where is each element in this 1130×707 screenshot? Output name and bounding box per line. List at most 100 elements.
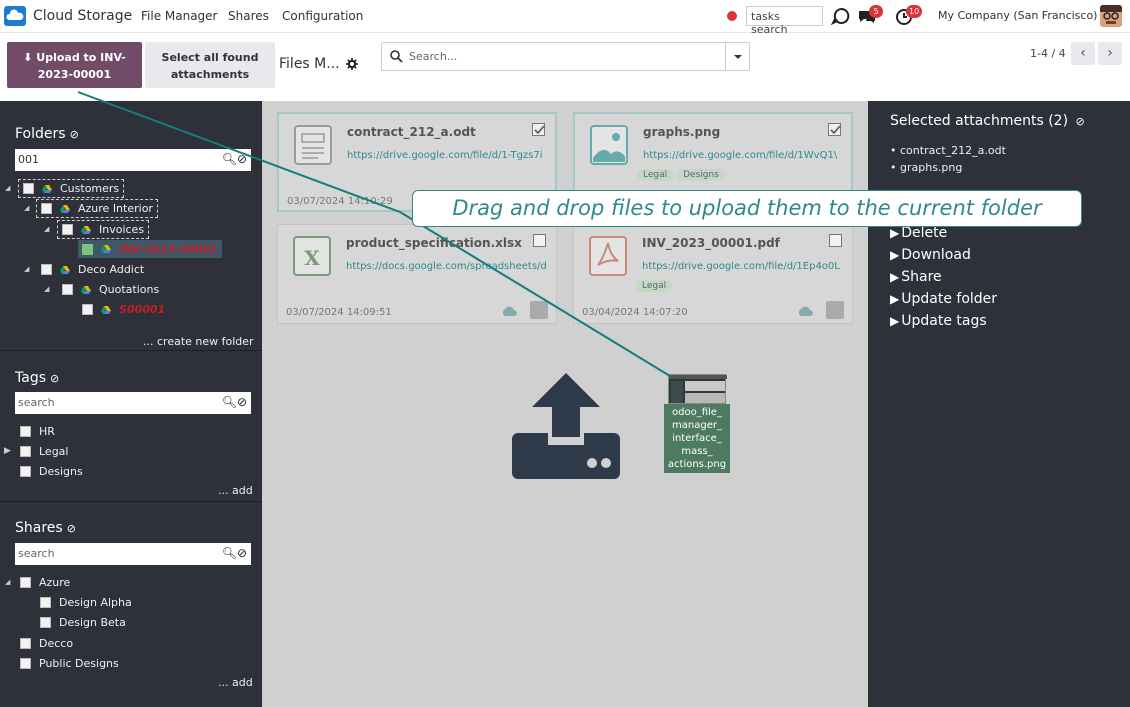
search-options-toggle[interactable] <box>725 43 749 70</box>
expand-arrow-icon[interactable]: ◢ <box>5 578 10 586</box>
search-clear-icons[interactable]: 🔍︎⊘ <box>222 152 247 166</box>
checkbox[interactable] <box>20 638 31 649</box>
menu-configuration[interactable]: Configuration <box>282 9 363 23</box>
shares-search-placeholder: search <box>18 547 55 560</box>
expand-arrow-icon[interactable]: ◢ <box>24 204 29 212</box>
folder-label: Customers <box>60 182 120 195</box>
file-url[interactable]: https://docs.google.com/spreadsheets/d <box>346 261 546 272</box>
checked-checkbox[interactable] <box>82 243 93 255</box>
share-decco[interactable]: Decco <box>20 635 73 652</box>
checkbox[interactable] <box>41 264 52 275</box>
file-url[interactable]: https://drive.google.com/file/d/1-Tgzs7i <box>347 150 547 161</box>
user-avatar[interactable] <box>1100 5 1122 27</box>
share-public-designs[interactable]: Public Designs <box>20 655 119 672</box>
clear-filter-icon[interactable]: ⊘ <box>67 522 76 535</box>
tag-designs[interactable]: Designs <box>20 463 83 480</box>
tag-badge: Designs <box>677 169 725 181</box>
action-label: Download <box>901 247 971 263</box>
recording-indicator[interactable] <box>727 11 737 21</box>
selected-checkbox[interactable] <box>532 123 545 136</box>
company-switcher[interactable]: My Company (San Francisco) <box>938 9 1097 22</box>
clear-filter-icon[interactable]: ⊘ <box>70 128 79 141</box>
pager-next-button[interactable]: › <box>1098 42 1122 65</box>
file-card[interactable]: X product_specification.xlsx https://doc… <box>277 224 557 324</box>
cloud-storage-app-icon[interactable] <box>4 6 26 26</box>
menu-file-manager[interactable]: File Manager <box>141 9 218 23</box>
share-design-alpha[interactable]: Design Alpha <box>40 594 132 611</box>
dragged-file[interactable]: odoo_file_ manager_ interface_ mass_ act… <box>664 374 730 473</box>
add-tag-link[interactable]: ... add <box>218 484 253 497</box>
expand-arrow-icon[interactable]: ◢ <box>5 184 10 192</box>
search-bar[interactable]: Search... <box>381 42 750 71</box>
action-download[interactable]: ▶ Download <box>890 247 971 263</box>
folder-s00001[interactable]: S00001 <box>82 301 165 318</box>
checkbox[interactable] <box>20 426 31 437</box>
checkbox[interactable] <box>40 617 51 628</box>
tag-legal[interactable]: Legal <box>20 443 68 460</box>
pager-value[interactable]: 1-4 / 4 <box>1030 47 1066 60</box>
search-clear-icons[interactable]: 🔍︎⊘ <box>222 395 247 409</box>
folder-azure-interior[interactable]: Azure Interior <box>36 199 158 218</box>
top-navbar: Cloud Storage File Manager Shares Config… <box>0 0 1130 36</box>
shares-search-input[interactable]: search 🔍︎⊘ <box>15 543 251 565</box>
folders-search-input[interactable]: 001 🔍︎⊘ <box>15 149 251 171</box>
action-label: Delete <box>901 225 948 241</box>
checkbox[interactable] <box>23 183 34 194</box>
checkbox[interactable] <box>41 203 52 214</box>
share-design-beta[interactable]: Design Beta <box>40 614 126 631</box>
expand-arrow-icon[interactable]: ◢ <box>44 285 49 293</box>
folder-inv-2023-00001[interactable]: INV-2023-00001 <box>78 240 223 258</box>
clear-filter-icon[interactable]: ⊘ <box>50 372 59 385</box>
expand-arrow-icon[interactable]: ◢ <box>24 265 29 273</box>
checkbox[interactable] <box>40 597 51 608</box>
upload-to-folder-button[interactable]: ⬇ Upload to INV- 2023-00001 <box>7 42 142 88</box>
checkbox[interactable] <box>20 658 31 669</box>
checkbox[interactable] <box>20 446 31 457</box>
create-new-folder-link[interactable]: ... create new folder <box>143 335 254 348</box>
action-update-tags[interactable]: ▶ Update tags <box>890 313 987 329</box>
expand-arrow-icon[interactable]: ◢ <box>44 225 49 233</box>
checkbox[interactable] <box>829 234 842 247</box>
share-label: Design Beta <box>59 616 126 629</box>
tasks-search-input[interactable]: tasks search <box>746 6 823 36</box>
clear-selection-icon[interactable]: ⊘ <box>1076 115 1085 128</box>
expand-arrow-icon[interactable]: ▶ <box>4 446 11 456</box>
file-url[interactable]: https://drive.google.com/file/d/1WvQ1\ <box>643 150 843 161</box>
expand-triangle-icon: ▶ <box>890 292 900 306</box>
share-azure[interactable]: Azure <box>20 574 70 591</box>
action-share[interactable]: ▶ Share <box>890 269 942 285</box>
file-card[interactable]: INV_2023_00001.pdf https://drive.google.… <box>573 224 853 324</box>
pager-previous-button[interactable]: ‹ <box>1071 42 1095 65</box>
folder-customers[interactable]: Customers <box>17 179 125 198</box>
dragged-file-name-line: mass_ <box>681 446 713 457</box>
search-clear-icons[interactable]: 🔍︎⊘ <box>222 546 247 560</box>
action-delete[interactable]: ▶ Delete <box>890 225 947 241</box>
file-url[interactable]: https://drive.google.com/file/d/1Ep4o0L <box>642 261 842 272</box>
checkbox[interactable] <box>20 466 31 477</box>
app-name[interactable]: Cloud Storage <box>33 8 132 24</box>
folder-label: INV-2023-00001 <box>119 242 219 256</box>
action-update-folder[interactable]: ▶ Update folder <box>890 291 997 307</box>
folder-deco-addict[interactable]: Deco Addict <box>41 261 144 278</box>
add-share-link[interactable]: ... add <box>218 676 253 689</box>
tag-hr[interactable]: HR <box>20 423 55 440</box>
file-tags: Legal <box>636 277 676 292</box>
dragged-file-name-line: interface_ <box>672 433 722 444</box>
selected-checkbox[interactable] <box>828 123 841 136</box>
folder-quotations[interactable]: Quotations <box>62 281 159 298</box>
checkbox[interactable] <box>20 577 31 588</box>
folder-label: Invoices <box>99 223 145 236</box>
checkbox[interactable] <box>82 304 93 315</box>
checkbox[interactable] <box>533 234 546 247</box>
menu-shares[interactable]: Shares <box>228 9 269 23</box>
checkbox[interactable] <box>62 224 73 235</box>
selected-attachments-title: Selected attachments (2) ⊘ <box>890 113 1085 129</box>
tags-search-input[interactable]: search 🔍︎⊘ <box>15 392 251 414</box>
folder-invoices[interactable]: Invoices <box>56 220 150 239</box>
checkbox[interactable] <box>62 284 73 295</box>
phone-icon[interactable] <box>831 6 851 26</box>
select-all-attachments-button[interactable]: Select all found attachments <box>145 42 275 88</box>
svg-text:X: X <box>304 246 320 270</box>
file-date: 03/04/2024 14:07:20 <box>582 307 688 318</box>
gear-icon[interactable] <box>346 58 358 70</box>
